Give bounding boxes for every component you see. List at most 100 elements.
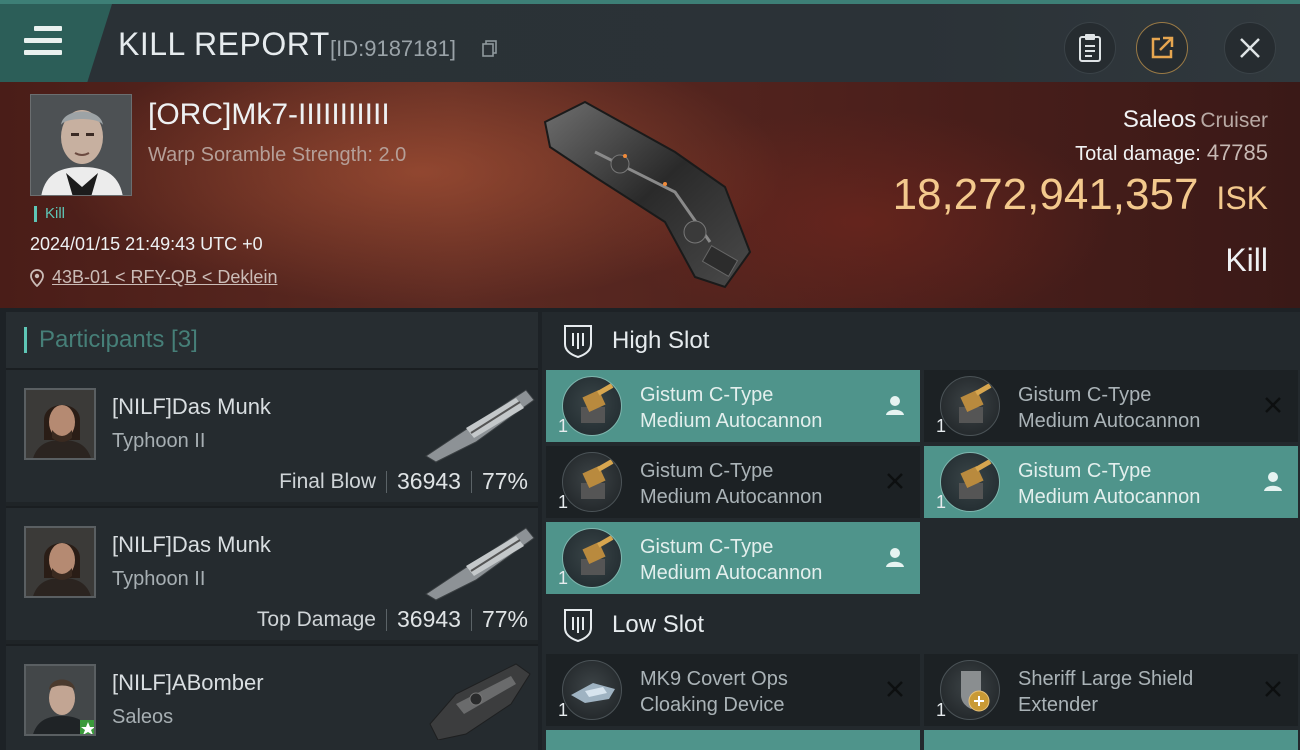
participants-header[interactable]: Participants [3] [6, 312, 538, 368]
high-slot-label: High Slot [612, 327, 710, 354]
participant-row[interactable]: [NILF]Das Munk Typhoon II Top Damage 369… [6, 506, 538, 640]
victim-name[interactable]: [ORC]Mk7-IIIIIIIIIII [148, 98, 390, 132]
victim-banner: [ORC]Mk7-IIIIIIIIIII Warp Soramble Stren… [0, 82, 1300, 308]
copy-icon[interactable] [482, 40, 498, 58]
warp-scramble-strength: Warp Soramble Strength: 2.0 [148, 144, 407, 166]
high-slot-header: High Slot [542, 312, 1300, 370]
high-slot-icon [564, 325, 592, 358]
participant-damage: 36943 [396, 468, 461, 494]
participant-ship: Typhoon II [112, 430, 206, 452]
clipboard-button[interactable] [1064, 22, 1116, 74]
kill-result-label: Kill [1225, 242, 1268, 278]
participant-name[interactable]: [NILF]ABomber [112, 670, 264, 696]
module-item[interactable]: 1 MK9 Covert Ops Cloaking Device [546, 654, 920, 726]
autocannon-icon [940, 376, 1000, 436]
low-slot-header: Low Slot [542, 596, 1300, 654]
module-item-partial[interactable] [924, 730, 1298, 750]
share-button[interactable] [1136, 22, 1188, 74]
module-item[interactable]: 1 Gistum C-Type Medium Autocannon [924, 446, 1298, 518]
cloaking-device-icon [562, 660, 622, 720]
kill-type-tag: Kill [34, 206, 65, 222]
victim-ship-name[interactable]: Saleos [1123, 106, 1196, 133]
module-name: Gistum C-Type Medium Autocannon [1018, 384, 1201, 432]
victim-ship-info: Saleos Cruiser Total damage: 47785 [1075, 106, 1268, 166]
module-item[interactable]: 1 Sheriff Large Shield Extender [924, 654, 1298, 726]
module-item-partial[interactable] [546, 730, 920, 750]
module-name: Gistum C-Type Medium Autocannon [640, 536, 823, 584]
shield-extender-icon [940, 660, 1000, 720]
module-quantity: 1 [558, 700, 569, 720]
module-name: Gistum C-Type Medium Autocannon [1018, 460, 1201, 508]
top-bar: KILL REPORT [ID:9187181] [0, 0, 1300, 82]
fitting-panel: High Slot 1 Gistum C-Type Medium Autocann… [542, 312, 1300, 750]
participants-title: Participants [3] [39, 326, 198, 353]
participant-role: Final Blow [279, 469, 376, 493]
participant-ship: Saleos [112, 706, 174, 728]
participant-ship-image [425, 527, 535, 601]
menu-icon [24, 26, 62, 62]
total-damage-label: Total damage: [1075, 143, 1201, 165]
report-id: [ID:9187181] [330, 36, 456, 61]
victim-ship-image [543, 100, 752, 289]
module-quantity: 1 [558, 416, 569, 436]
pilot-icon [886, 548, 904, 567]
module-name: Sheriff Large Shield Extender [1018, 668, 1194, 716]
module-item[interactable]: 1 Gistum C-Type Medium Autocannon [546, 370, 920, 442]
destroyed-x-icon [1265, 397, 1281, 413]
module-item[interactable]: 1 Gistum C-Type Medium Autocannon [546, 446, 920, 518]
autocannon-icon [562, 528, 622, 588]
participant-name[interactable]: [NILF]Das Munk [112, 532, 271, 558]
low-slot-icon [564, 609, 592, 642]
module-quantity: 1 [558, 568, 569, 588]
participants-panel: Participants [3] [NILF]Das Munk Typhoon … [6, 312, 538, 750]
module-quantity: 1 [936, 492, 947, 512]
module-item[interactable]: 1 Gistum C-Type Medium Autocannon [924, 370, 1298, 442]
low-slot-label: Low Slot [612, 611, 705, 638]
module-item[interactable]: 1 Gistum C-Type Medium Autocannon [546, 522, 920, 594]
location-pin-icon [30, 268, 44, 287]
autocannon-icon [562, 452, 622, 512]
autocannon-icon [562, 376, 622, 436]
module-quantity: 1 [936, 700, 947, 720]
location-link[interactable]: 43B-01 < RFY-QB < Deklein [52, 267, 277, 288]
autocannon-icon [940, 452, 1000, 512]
close-icon [1240, 38, 1260, 58]
kill-location[interactable]: 43B-01 < RFY-QB < Deklein [30, 267, 277, 288]
close-button[interactable] [1224, 22, 1276, 74]
participant-role: Top Damage [256, 607, 376, 631]
participant-name[interactable]: [NILF]Das Munk [112, 394, 271, 420]
menu-button[interactable] [0, 4, 112, 82]
participant-avatar [24, 388, 96, 460]
isk-value: 18,272,941,357 ISK [893, 170, 1268, 220]
destroyed-x-icon [1265, 681, 1281, 697]
participant-percent: 77% [481, 468, 528, 494]
participant-row[interactable]: [NILF]ABomber Saleos [6, 644, 538, 750]
pilot-icon [1264, 472, 1282, 491]
isk-amount: 18,272,941,357 [892, 170, 1199, 219]
participant-avatar [24, 526, 96, 598]
page-title: KILL REPORT [118, 26, 330, 62]
participant-avatar [24, 664, 96, 736]
kill-timestamp: 2024/01/15 21:49:43 UTC +0 [30, 234, 263, 254]
module-quantity: 1 [936, 416, 947, 436]
participant-ship-image [429, 663, 531, 740]
share-icon [1151, 36, 1174, 59]
participant-percent: 77% [481, 606, 528, 632]
participant-ship: Typhoon II [112, 568, 206, 590]
victim-portrait[interactable] [30, 94, 132, 196]
module-name: Gistum C-Type Medium Autocannon [640, 384, 823, 432]
isk-currency: ISK [1216, 180, 1268, 216]
participant-stats: Top Damage 36943 77% [257, 606, 528, 633]
module-name: Gistum C-Type Medium Autocannon [640, 460, 823, 508]
victim-ship-class: Cruiser [1200, 109, 1268, 132]
module-quantity: 1 [558, 492, 569, 512]
module-name: MK9 Covert Ops Cloaking Device [640, 668, 788, 716]
participant-stats: Final Blow 36943 77% [279, 468, 528, 495]
total-damage-value: 47785 [1206, 140, 1268, 165]
participant-row[interactable]: [NILF]Das Munk Typhoon II Final Blow 369… [6, 368, 538, 502]
participant-damage: 36943 [396, 606, 461, 632]
pilot-icon [886, 396, 904, 415]
participant-ship-image [425, 389, 535, 463]
destroyed-x-icon [887, 473, 903, 489]
destroyed-x-icon [887, 681, 903, 697]
